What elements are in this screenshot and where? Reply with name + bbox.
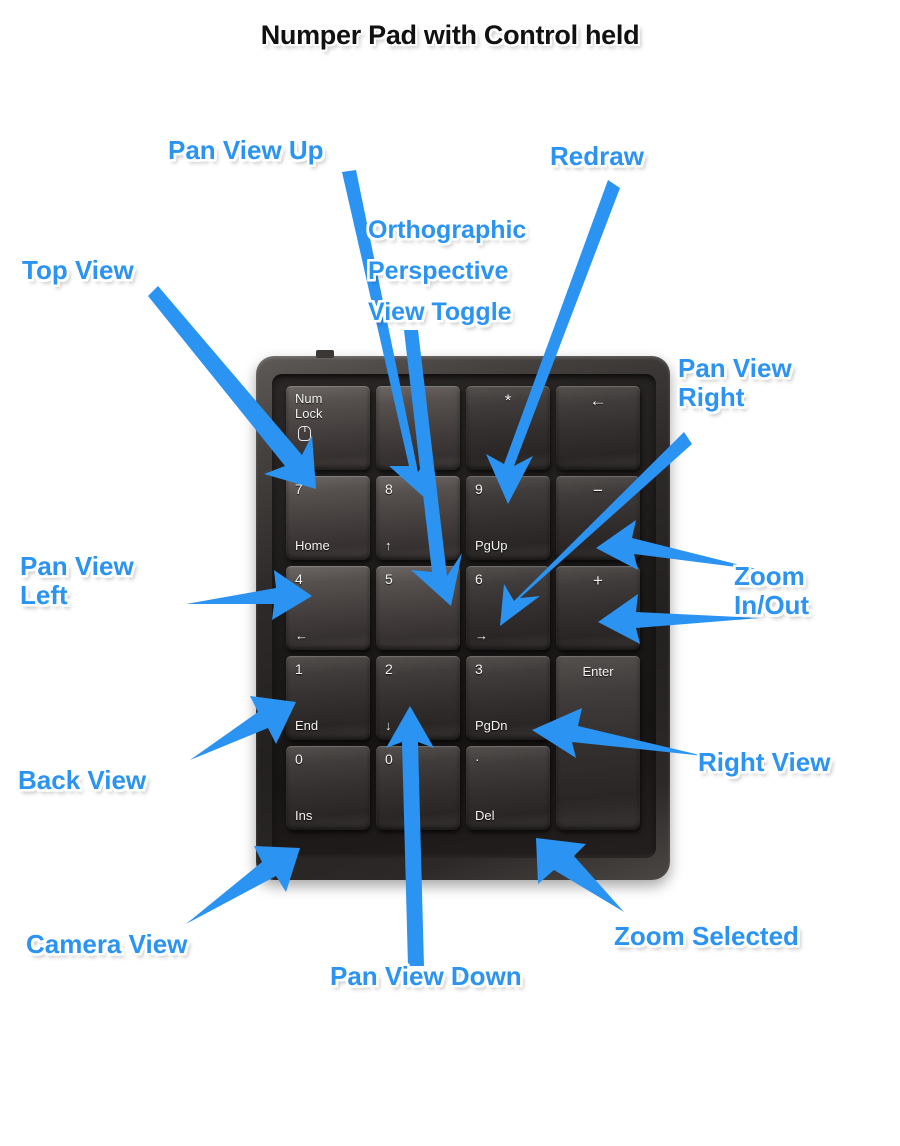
key-2-down[interactable]: 2 ↓ <box>376 656 460 740</box>
key-1-number: 1 <box>295 661 303 677</box>
key-9-subtext: PgUp <box>475 538 508 553</box>
label-camera-view: Camera View <box>26 929 188 959</box>
key-7-number: 7 <box>295 481 303 497</box>
key-backspace[interactable]: ← <box>556 386 640 470</box>
screenshot-canvas: Numper Pad with Control held Num Lock / … <box>0 0 900 1146</box>
key-0-subtext: Ins <box>295 808 313 823</box>
label-pan-view-down: Pan View Down <box>330 961 522 991</box>
key-numlock-label-line1: Num <box>295 391 323 406</box>
key-6-number: 6 <box>475 571 483 587</box>
key-8-up[interactable]: 8 ↑ <box>376 476 460 560</box>
key-3-number: 3 <box>475 661 483 677</box>
key-plus[interactable]: + <box>556 566 640 650</box>
key-decimal-number: · <box>475 751 480 767</box>
key-decimal-del[interactable]: · Del <box>466 746 550 830</box>
key-7-home[interactable]: 7 Home <box>286 476 370 560</box>
keypad-key-grid: Num Lock / * ← 7 Home 8 ↑ 9 PgUp − 4 ← 5… <box>286 386 644 842</box>
key-9-number: 9 <box>475 481 483 497</box>
key-6-right-arrow-icon: → <box>475 628 488 643</box>
key-5[interactable]: 5 <box>376 566 460 650</box>
label-pan-view-up: Pan View Up <box>168 135 324 165</box>
key-0b-number: 0 <box>385 751 393 767</box>
label-redraw: Redraw <box>550 141 644 171</box>
key-4-left[interactable]: 4 ← <box>286 566 370 650</box>
key-7-subtext: Home <box>295 538 330 553</box>
key-multiply[interactable]: * <box>466 386 550 470</box>
key-3-subtext: PgDn <box>475 718 508 733</box>
label-pan-view-left: Pan View Left <box>20 551 134 610</box>
label-zoom-in-out: Zoom In/Out <box>734 561 810 620</box>
key-divide-label: / <box>415 391 421 410</box>
key-0-second[interactable]: 0 <box>376 746 460 830</box>
label-zoom-selected: Zoom Selected <box>614 921 799 951</box>
key-divide[interactable]: / <box>376 386 460 470</box>
keypad-bezel: Num Lock / * ← 7 Home 8 ↑ 9 PgUp − 4 ← 5… <box>272 374 656 858</box>
key-1-subtext: End <box>295 718 319 733</box>
key-3-pgdn[interactable]: 3 PgDn <box>466 656 550 740</box>
key-plus-label: + <box>593 571 603 590</box>
key-enter-label: Enter <box>582 664 614 679</box>
key-2-down-arrow-icon: ↓ <box>385 718 392 733</box>
keypad-nub <box>316 350 334 358</box>
key-minus[interactable]: − <box>556 476 640 560</box>
key-0-ins[interactable]: 0 Ins <box>286 746 370 830</box>
key-9-pgup[interactable]: 9 PgUp <box>466 476 550 560</box>
backspace-arrow-icon: ← <box>589 391 607 410</box>
label-top-view: Top View <box>22 255 134 285</box>
label-back-view: Back View <box>18 765 147 795</box>
label-pan-view-right: Pan View Right <box>678 353 792 412</box>
key-8-up-arrow-icon: ↑ <box>385 538 392 553</box>
label-orthographic-toggle: Orthographic Perspective View Toggle <box>368 216 527 326</box>
key-decimal-subtext: Del <box>475 808 495 823</box>
key-minus-label: − <box>593 481 603 500</box>
key-numlock[interactable]: Num Lock <box>286 386 370 470</box>
key-8-number: 8 <box>385 481 393 497</box>
key-4-left-arrow-icon: ← <box>295 628 308 643</box>
key-1-end[interactable]: 1 End <box>286 656 370 740</box>
page-title: Numper Pad with Control held <box>260 20 640 50</box>
key-multiply-label: * <box>504 391 512 410</box>
mouse-icon <box>298 426 311 441</box>
key-2-number: 2 <box>385 661 393 677</box>
numeric-keypad: Num Lock / * ← 7 Home 8 ↑ 9 PgUp − 4 ← 5… <box>256 350 670 880</box>
key-numlock-label-line2: Lock <box>295 406 323 421</box>
key-4-number: 4 <box>295 571 303 587</box>
key-5-number: 5 <box>385 571 393 587</box>
key-enter[interactable]: Enter <box>556 656 640 830</box>
key-6-right[interactable]: 6 → <box>466 566 550 650</box>
label-right-view: Right View <box>698 747 831 777</box>
key-0-number: 0 <box>295 751 303 767</box>
